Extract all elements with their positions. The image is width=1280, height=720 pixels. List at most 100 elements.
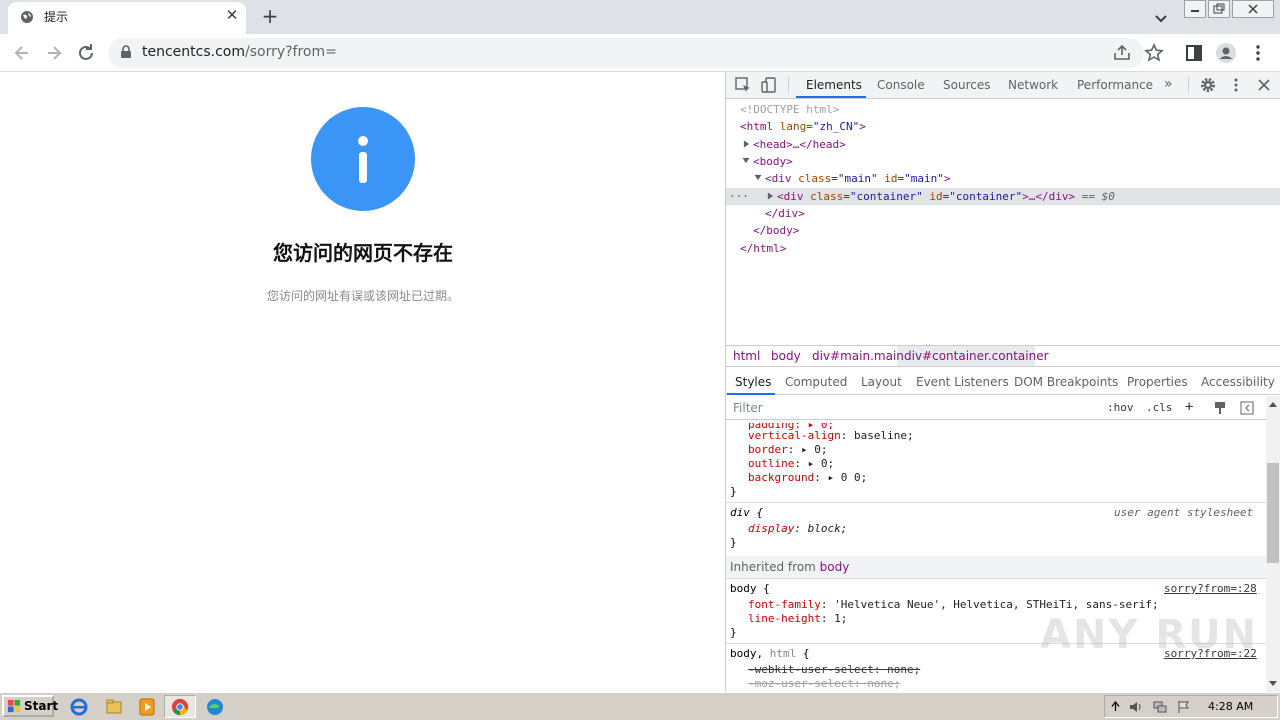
css-decl-border[interactable]: border: ▸ 0; (748, 443, 828, 456)
dom-tag-close: > (943, 172, 951, 185)
device-toolbar-icon[interactable] (760, 76, 778, 94)
network-icon[interactable] (1152, 700, 1168, 714)
dom-row-ellipsis[interactable]: ··· (729, 190, 749, 203)
back-arrow-icon[interactable] (10, 41, 34, 65)
css-selector-body-html[interactable]: body, html { (730, 647, 810, 660)
expand-triangle-icon[interactable] (743, 140, 750, 148)
dom-body-open[interactable]: <body> (753, 155, 793, 168)
anyrun-watermark: ANY RUN (1040, 612, 1259, 658)
forward-arrow-icon[interactable] (42, 41, 66, 65)
dom-head[interactable]: <head>…</head> (753, 138, 846, 151)
chevron-down-icon[interactable] (1150, 7, 1172, 29)
gear-icon[interactable] (1199, 76, 1217, 94)
dom-div-container[interactable]: <div class="container" id="container">…<… (777, 190, 1115, 203)
star-icon[interactable] (1142, 41, 1166, 65)
inherited-label: Inherited from body (730, 560, 849, 574)
tab-console[interactable]: Console (877, 78, 925, 92)
url-text[interactable]: tencentcs.com/sorry?from= (142, 44, 337, 60)
inspect-element-icon[interactable] (734, 76, 752, 94)
breadcrumb-body[interactable]: body (771, 349, 801, 363)
start-button[interactable]: Start (2, 695, 58, 717)
dom-tag-close: >…</div> (1022, 190, 1076, 203)
inherited-tag-link[interactable]: body (820, 560, 850, 574)
scroll-down-icon[interactable] (1268, 680, 1278, 688)
minimize-button[interactable] (1184, 0, 1206, 18)
dom-div-main[interactable]: <div class="main" id="main"> (765, 172, 950, 185)
tray-expand-icon[interactable] (1111, 701, 1120, 712)
css-decl-vertical-align[interactable]: vertical-align: baseline; (748, 429, 914, 442)
tab-styles[interactable]: Styles (735, 375, 771, 389)
dom-body-close[interactable]: </body> (753, 224, 799, 237)
css-prop: display (748, 522, 795, 535)
css-source-link[interactable]: sorry?from=:28 (1164, 582, 1257, 595)
kebab-menu-icon[interactable] (1246, 41, 1270, 65)
class-toggle-button[interactable]: .cls (1146, 401, 1173, 414)
share-icon[interactable] (1110, 41, 1134, 65)
edge-icon[interactable] (202, 696, 228, 718)
dom-html-close[interactable]: </html> (740, 242, 786, 255)
new-rule-button[interactable]: + (1185, 399, 1193, 415)
breadcrumb-div-main[interactable]: div#main.main (812, 349, 904, 363)
dom-selected-marker: == $0 (1075, 190, 1115, 203)
dom-attr-name: id (922, 190, 943, 203)
volume-icon[interactable] (1128, 700, 1144, 714)
kebab-menu-icon[interactable] (1227, 76, 1245, 94)
css-selector-part: body, (730, 647, 770, 660)
css-decl-webkit-user-select[interactable]: -webkit-user-select: none; (748, 663, 920, 676)
css-selector-part: html (769, 647, 797, 660)
scroll-up-icon[interactable] (1268, 400, 1278, 408)
scrollbar-thumb[interactable] (1267, 463, 1279, 563)
lock-icon[interactable] (120, 45, 132, 59)
css-decl-line-height[interactable]: line-height: 1; (748, 612, 847, 625)
reload-icon[interactable] (74, 41, 98, 65)
new-tab-button[interactable]: + (258, 5, 282, 29)
dom-html-open[interactable]: <html lang="zh_CN"> (740, 120, 866, 133)
breadcrumb-html[interactable]: html (733, 349, 760, 363)
tab-sources[interactable]: Sources (943, 78, 990, 92)
paint-brush-icon[interactable] (1213, 401, 1227, 415)
collapse-triangle-icon[interactable] (742, 157, 750, 164)
dom-attr-value: ="container" (843, 190, 923, 203)
side-panel-icon[interactable] (1182, 41, 1206, 65)
taskbar-clock[interactable]: 4:28 AM (1208, 700, 1253, 713)
tab-dom-breakpoints[interactable]: DOM Breakpoints (1014, 375, 1118, 389)
close-tab-icon[interactable]: ✕ (223, 6, 241, 24)
css-decl-background[interactable]: background: ▸ 0 0; (748, 471, 867, 484)
css-decl-moz-user-select[interactable]: -moz-user-select: none; (748, 677, 900, 691)
media-player-icon[interactable] (134, 696, 160, 718)
collapse-triangle-icon[interactable] (754, 174, 762, 181)
file-explorer-icon[interactable] (101, 696, 127, 718)
close-window-button[interactable] (1232, 0, 1274, 18)
tab-layout[interactable]: Layout (861, 375, 902, 389)
breadcrumb-div-container[interactable]: div#container.container (904, 349, 1049, 363)
rule-separator (726, 578, 1266, 579)
close-icon[interactable] (1255, 76, 1273, 94)
css-decl-display[interactable]: display: block; (748, 522, 847, 535)
css-value: : 1; (820, 612, 848, 625)
hover-state-button[interactable]: :hov (1107, 401, 1134, 414)
dom-tag: <div (777, 190, 804, 203)
css-selector-body[interactable]: body { (730, 582, 770, 595)
internet-explorer-icon[interactable] (66, 696, 92, 718)
css-decl-font-family[interactable]: font-family: 'Helvetica Neue', Helvetica… (748, 598, 1159, 611)
profile-avatar-icon[interactable] (1214, 41, 1238, 65)
chrome-icon (171, 698, 189, 716)
tab-elements[interactable]: Elements (806, 78, 862, 92)
tab-event-listeners[interactable]: Event Listeners (916, 375, 1009, 389)
restore-button[interactable] (1208, 0, 1230, 18)
chrome-taskbar-button[interactable] (164, 695, 196, 718)
dom-doctype[interactable]: <!DOCTYPE html> (740, 103, 839, 116)
tab-properties[interactable]: Properties (1127, 375, 1188, 389)
styles-filter-input[interactable]: Filter (730, 399, 1096, 418)
css-selector-div[interactable]: div { (730, 506, 763, 519)
dom-div-close[interactable]: </div> (765, 207, 805, 220)
tab-computed[interactable]: Computed (785, 375, 847, 389)
toggle-sidebar-icon[interactable] (1240, 401, 1254, 415)
tab-network[interactable]: Network (1008, 78, 1058, 92)
expand-triangle-icon[interactable] (767, 192, 774, 200)
tab-accessibility[interactable]: Accessibility (1201, 375, 1275, 389)
more-tabs-button[interactable]: » (1164, 76, 1173, 92)
css-decl-outline[interactable]: outline: ▸ 0; (748, 457, 834, 470)
action-center-flag-icon[interactable] (1176, 700, 1192, 714)
tab-performance[interactable]: Performance (1077, 78, 1153, 92)
